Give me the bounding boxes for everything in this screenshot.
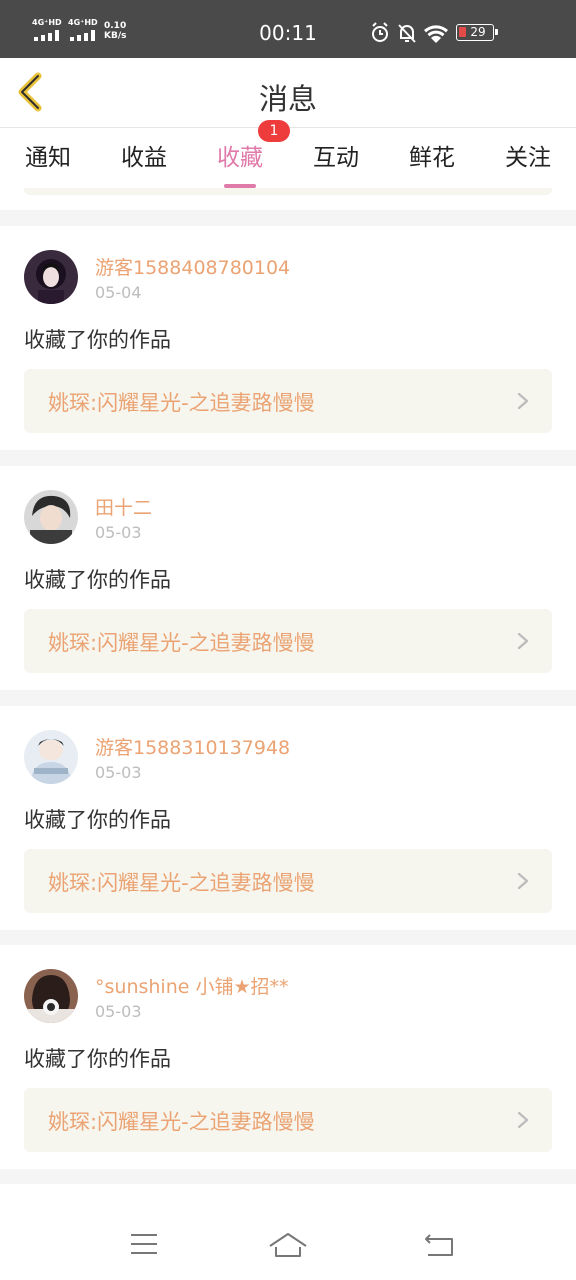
menu-button[interactable]: [114, 1224, 174, 1264]
message-card: 游客1588310137948 05-03 收藏了你的作品 姚琛:闪耀星光-之追…: [0, 706, 576, 930]
chevron-right-icon: [517, 872, 529, 890]
tab-earnings[interactable]: 收益: [104, 138, 184, 172]
tab-notifications[interactable]: 通知: [8, 138, 88, 172]
back-nav-button[interactable]: [408, 1224, 468, 1264]
message-date: 05-03: [95, 1002, 142, 1021]
username[interactable]: 游客1588310137948: [95, 733, 290, 760]
work-title: 姚琛:闪耀星光-之追妻路慢慢: [48, 1110, 315, 1134]
return-icon: [425, 1234, 453, 1256]
status-icons: [372, 22, 448, 43]
message-date: 05-03: [95, 763, 142, 782]
message-date: 05-04: [95, 283, 142, 302]
username[interactable]: 田十二: [95, 493, 152, 520]
message-card: °sunshine 小铺★招** 05-03 收藏了你的作品 姚琛:闪耀星光-之…: [0, 945, 576, 1169]
back-button[interactable]: [10, 70, 54, 114]
avatar[interactable]: [24, 969, 78, 1023]
home-icon: [269, 1233, 307, 1257]
wifi-icon: [424, 25, 448, 43]
system-nav-bar: [0, 1206, 576, 1280]
chevron-right-icon: [517, 392, 529, 410]
action-text: 收藏了你的作品: [24, 328, 171, 352]
home-button[interactable]: [258, 1224, 318, 1264]
work-title: 姚琛:闪耀星光-之追妻路慢慢: [48, 871, 315, 895]
work-title: 姚琛:闪耀星光-之追妻路慢慢: [48, 631, 315, 655]
work-link[interactable]: 姚琛:闪耀星光-之追妻路慢慢: [24, 609, 552, 673]
status-bar: 4G⁺HD 4G⁺HD 0.10 KB/s 00:11 29: [0, 0, 576, 58]
message-date: 05-03: [95, 523, 142, 542]
battery-icon: 29: [456, 24, 498, 41]
menu-icon: [131, 1234, 157, 1254]
action-text: 收藏了你的作品: [24, 808, 171, 832]
avatar[interactable]: [24, 730, 78, 784]
work-link[interactable]: 姚琛:闪耀星光-之追妻路慢慢: [24, 369, 552, 433]
username[interactable]: 游客1588408780104: [95, 253, 290, 280]
alarm-icon: [372, 22, 388, 42]
chevron-right-icon: [517, 1111, 529, 1129]
message-card: 游客1588408780104 05-04 收藏了你的作品 姚琛:闪耀星光-之追…: [0, 226, 576, 450]
avatar[interactable]: [24, 250, 78, 304]
action-text: 收藏了你的作品: [24, 568, 171, 592]
chevron-right-icon: [517, 632, 529, 650]
avatar[interactable]: [24, 490, 78, 544]
tab-follows[interactable]: 关注: [488, 138, 568, 172]
tab-favorites[interactable]: 收藏: [200, 138, 280, 188]
message-card: 田十二 05-03 收藏了你的作品 姚琛:闪耀星光-之追妻路慢慢: [0, 466, 576, 690]
page-title: 消息: [258, 82, 317, 116]
tab-flowers[interactable]: 鲜花: [392, 138, 472, 172]
tab-interactions[interactable]: 互动: [296, 138, 376, 172]
work-link[interactable]: 姚琛:闪耀星光-之追妻路慢慢: [24, 849, 552, 913]
previous-card-edge: [0, 188, 576, 210]
action-text: 收藏了你的作品: [24, 1047, 171, 1071]
bell-off-icon: [398, 24, 416, 43]
back-arrow-icon: [18, 72, 42, 112]
header: 消息: [0, 58, 576, 128]
unread-badge: 1: [258, 120, 290, 142]
work-title: 姚琛:闪耀星光-之追妻路慢慢: [48, 391, 315, 415]
username[interactable]: °sunshine 小铺★招**: [95, 972, 289, 999]
work-link[interactable]: 姚琛:闪耀星光-之追妻路慢慢: [24, 1088, 552, 1152]
